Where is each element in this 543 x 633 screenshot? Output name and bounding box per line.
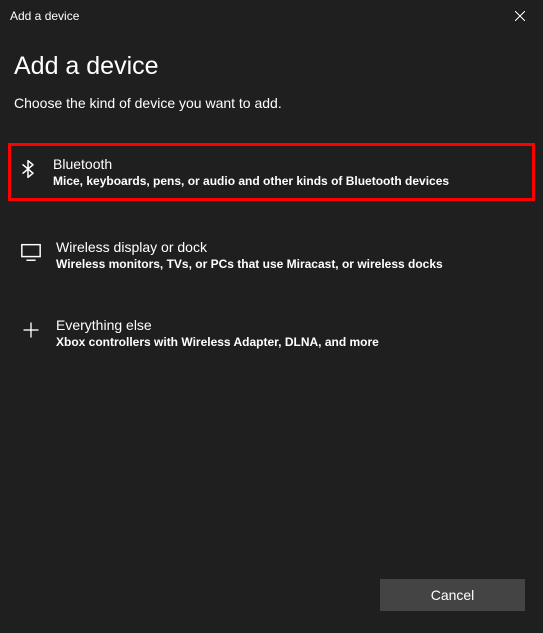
- option-wireless-text: Wireless display or dock Wireless monito…: [56, 239, 443, 271]
- option-title: Bluetooth: [53, 156, 449, 172]
- page-subtitle: Choose the kind of device you want to ad…: [14, 95, 529, 111]
- monitor-icon: [20, 241, 42, 263]
- cancel-button[interactable]: Cancel: [380, 579, 525, 611]
- option-wireless-display[interactable]: Wireless display or dock Wireless monito…: [14, 231, 529, 279]
- bluetooth-icon: [17, 158, 39, 180]
- footer: Cancel: [380, 579, 525, 611]
- close-button[interactable]: [497, 0, 543, 32]
- window-title: Add a device: [10, 9, 79, 23]
- option-everything-else[interactable]: Everything else Xbox controllers with Wi…: [14, 309, 529, 357]
- option-everything-text: Everything else Xbox controllers with Wi…: [56, 317, 379, 349]
- option-bluetooth-text: Bluetooth Mice, keyboards, pens, or audi…: [53, 156, 449, 188]
- close-icon: [515, 11, 525, 21]
- titlebar: Add a device: [0, 0, 543, 32]
- content-area: Add a device Choose the kind of device y…: [0, 32, 543, 357]
- plus-icon: [20, 319, 42, 341]
- option-bluetooth[interactable]: Bluetooth Mice, keyboards, pens, or audi…: [8, 143, 535, 201]
- option-title: Wireless display or dock: [56, 239, 443, 255]
- option-title: Everything else: [56, 317, 379, 333]
- option-desc: Mice, keyboards, pens, or audio and othe…: [53, 174, 449, 188]
- option-desc: Xbox controllers with Wireless Adapter, …: [56, 335, 379, 349]
- option-desc: Wireless monitors, TVs, or PCs that use …: [56, 257, 443, 271]
- page-title: Add a device: [14, 52, 529, 81]
- device-option-list: Bluetooth Mice, keyboards, pens, or audi…: [14, 143, 529, 357]
